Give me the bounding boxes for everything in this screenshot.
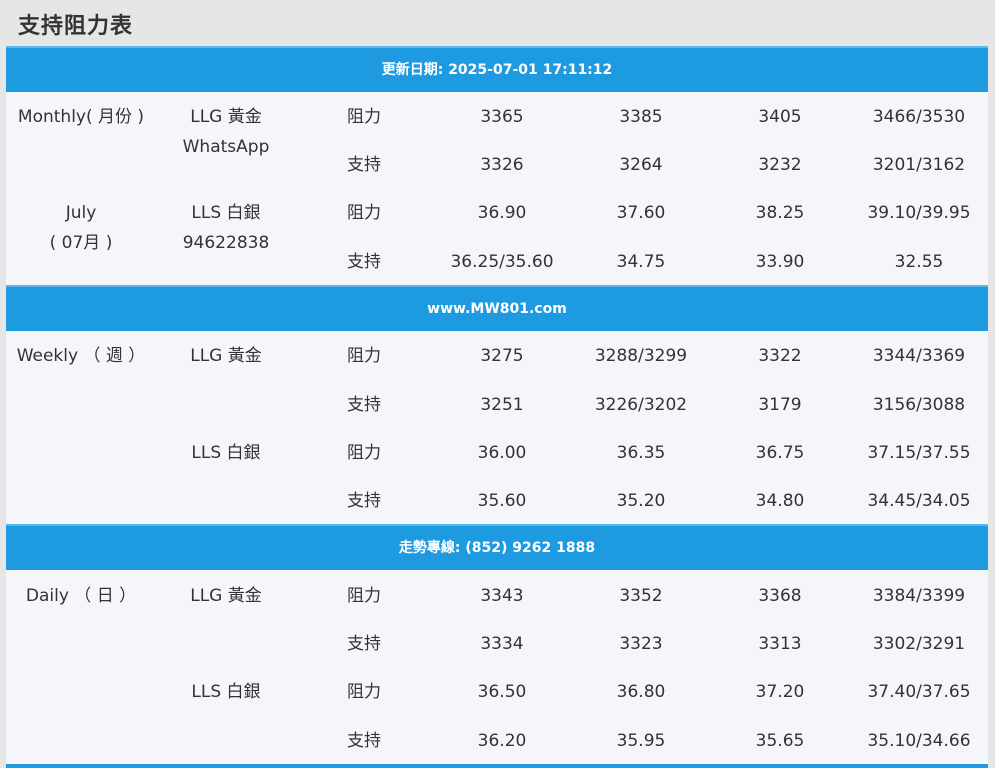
- level-value: 3365: [480, 107, 524, 127]
- level-value: 3156/3088: [872, 395, 966, 415]
- level-value: 3334: [480, 634, 524, 654]
- level-value: 3322: [758, 346, 802, 366]
- level-value: 3323: [619, 634, 663, 654]
- level-value: 35.65: [755, 731, 805, 751]
- level-value: 3275: [480, 346, 524, 366]
- level-value: 3344/3369: [872, 346, 966, 366]
- level-value: 3385: [619, 107, 663, 127]
- row-type: 支持: [347, 395, 381, 415]
- monthly-llg-label: LLG 黃金: [190, 107, 262, 127]
- level-value: 3466/3530: [872, 107, 966, 127]
- level-value: 36.00: [477, 443, 527, 463]
- level-value: 3201/3162: [872, 155, 966, 175]
- row-type: 支持: [347, 634, 381, 654]
- level-value: 36.90: [477, 203, 527, 223]
- row-type: 阻力: [347, 107, 381, 127]
- update-date-band: 更新日期: 2025-07-01 17:11:12: [6, 46, 988, 92]
- weekly-lls-label: LLS 白銀: [191, 443, 261, 463]
- level-value: 3226/3202: [594, 395, 688, 415]
- daily-lls-label: LLS 白銀: [191, 682, 261, 702]
- level-value: 3326: [480, 155, 524, 175]
- weekly-period-label: Weekly （ 週 ）: [16, 346, 146, 366]
- level-value: 3384/3399: [872, 586, 966, 606]
- monthly-lls-label: LLS 白銀: [191, 203, 261, 223]
- level-value: 33.90: [755, 252, 805, 272]
- row-type: 阻力: [347, 443, 381, 463]
- level-value: 35.95: [616, 731, 666, 751]
- level-value: 34.80: [755, 491, 805, 511]
- level-value: 36.25/35.60: [450, 252, 554, 272]
- row-type: 阻力: [347, 346, 381, 366]
- level-value: 36.75: [755, 443, 805, 463]
- row-type: 阻力: [347, 586, 381, 606]
- whatsapp-label: WhatsApp: [182, 137, 270, 157]
- level-value: 34.45/34.05: [867, 491, 971, 511]
- level-value: 3405: [758, 107, 802, 127]
- row-type: 阻力: [347, 203, 381, 223]
- row-type: 支持: [347, 731, 381, 751]
- level-value: 36.50: [477, 682, 527, 702]
- level-value: 3288/3299: [594, 346, 688, 366]
- whatsapp-number: 94622838: [182, 233, 270, 253]
- level-value: 3313: [758, 634, 802, 654]
- level-value: 3352: [619, 586, 663, 606]
- support-resistance-table: 更新日期: 2025-07-01 17:11:12 Monthly( 月份 ) …: [6, 46, 988, 768]
- bottom-border: [6, 764, 988, 768]
- row-type: 支持: [347, 491, 381, 511]
- level-value: 38.25: [755, 203, 805, 223]
- hotline-band: 走勢專線: (852) 9262 1888: [6, 524, 988, 570]
- daily-period-label: Daily （ 日 ）: [25, 586, 137, 606]
- level-value: 34.75: [616, 252, 666, 272]
- level-value: 32.55: [894, 252, 944, 272]
- row-type: 支持: [347, 252, 381, 272]
- monthly-month-sublabel: ( 07月 ): [49, 233, 113, 253]
- level-value: 37.40/37.65: [867, 682, 971, 702]
- level-value: 39.10/39.95: [867, 203, 971, 223]
- website-band: www.MW801.com: [6, 285, 988, 331]
- level-value: 35.10/34.66: [867, 731, 971, 751]
- level-value: 3264: [619, 155, 663, 175]
- level-value: 3368: [758, 586, 802, 606]
- level-value: 3232: [758, 155, 802, 175]
- monthly-month-label: July: [65, 203, 97, 223]
- daily-llg-label: LLG 黃金: [190, 586, 262, 606]
- level-value: 36.35: [616, 443, 666, 463]
- weekly-llg-label: LLG 黃金: [190, 346, 262, 366]
- row-type: 支持: [347, 155, 381, 175]
- monthly-period-label: Monthly( 月份 ): [17, 107, 145, 127]
- row-type: 阻力: [347, 682, 381, 702]
- title-bar: 支持阻力表: [0, 0, 995, 46]
- level-value: 37.15/37.55: [867, 443, 971, 463]
- level-value: 3179: [758, 395, 802, 415]
- level-value: 3302/3291: [872, 634, 966, 654]
- level-value: 36.20: [477, 731, 527, 751]
- level-value: 35.60: [477, 491, 527, 511]
- page-title: 支持阻力表: [18, 14, 134, 39]
- level-value: 37.60: [616, 203, 666, 223]
- level-value: 36.80: [616, 682, 666, 702]
- level-value: 3343: [480, 586, 524, 606]
- level-value: 37.20: [755, 682, 805, 702]
- level-value: 3251: [480, 395, 524, 415]
- level-value: 35.20: [616, 491, 666, 511]
